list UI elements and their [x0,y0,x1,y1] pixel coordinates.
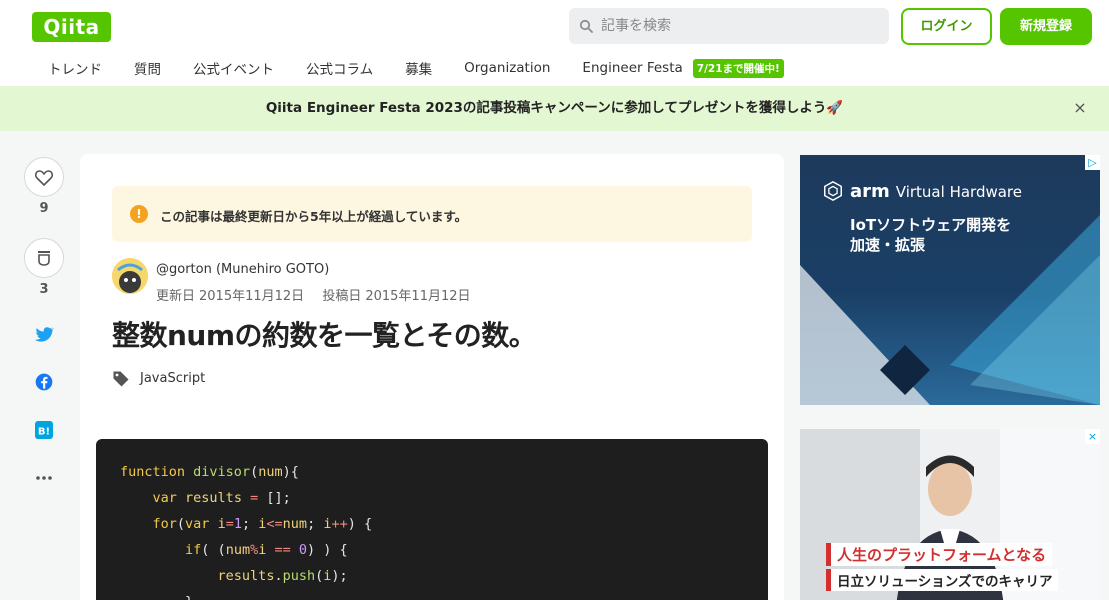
author-name[interactable]: @gorton (Munehiro GOTO) [156,262,329,277]
nav-item-questions[interactable]: 質問 [134,58,161,78]
arm-logo-icon [824,180,842,202]
nav-item-columns[interactable]: 公式コラム [306,58,373,78]
qiita-logo[interactable]: Qiita [32,12,111,42]
ad2-line2: 日立ソリューションズでのキャリア [826,569,1059,591]
stock-count: 3 [39,282,49,297]
code-line: } [120,594,193,600]
like-button[interactable] [24,157,64,197]
avatar[interactable] [112,258,148,294]
nav-item-events[interactable]: 公式イベント [193,58,274,78]
ad1-title: arm Virtual Hardware [850,181,1022,202]
warning-icon: ! [130,205,148,223]
notice-text: この記事は最終更新日から5年以上が経過しています。 [160,209,468,224]
banner-text: Qiita Engineer Festa 2023の記事投稿キャンペーンに参加し… [265,100,844,116]
adchoices-icon[interactable]: ▷ [1085,155,1100,170]
ad1-copy: IoTソフトウェア開発を 加速・拡張 [850,215,1011,255]
campaign-banner[interactable]: Qiita Engineer Festa 2023の記事投稿キャンペーンに参加し… [0,86,1109,131]
updated-value: 2015年11月12日 [199,289,305,304]
stock-icon [38,251,50,266]
nav-item-engineer-festa[interactable]: Engineer Festa [582,60,682,76]
search-box[interactable] [569,8,889,44]
search-input[interactable] [601,8,881,44]
tag-javascript[interactable]: JavaScript [140,371,205,386]
ad-arm-virtual-hardware[interactable]: arm Virtual Hardware IoTソフトウェア開発を 加速・拡張 ▷ [800,155,1100,405]
ad2-line1: 人生のプラットフォームとなる [826,543,1053,566]
code-line: var results = []; [152,490,291,506]
code-line: function divisor(num){ [120,464,299,480]
svg-text:B!: B! [38,427,50,438]
nav-item-recruit[interactable]: 募集 [405,58,432,78]
nav-item-organization[interactable]: Organization [464,60,550,76]
code-line: for(var i=1; i<=num; i++) { [152,516,373,532]
login-button[interactable]: ログイン [901,8,992,45]
posted-date: 投稿日 2015年11月12日 [322,289,470,304]
article-dates: 更新日 2015年11月12日 投稿日 2015年11月12日 [156,285,485,304]
article-title: 整数numの約数を一覧とその数。 [112,319,537,352]
hatena-bookmark-icon[interactable]: B! [34,420,54,440]
more-icon[interactable] [34,468,54,488]
close-icon[interactable]: × [1085,429,1100,444]
nav-item-trend[interactable]: トレンド [48,58,102,78]
code-block: function divisor(num){ var results = [];… [96,439,768,600]
heart-icon [34,170,54,186]
ad-hitachi-solutions[interactable]: 人生のプラットフォームとなる 日立ソリューションズでのキャリア × [800,429,1100,600]
facebook-icon[interactable] [34,372,54,392]
posted-value: 2015年11月12日 [365,289,471,304]
search-icon [579,19,593,33]
stock-button[interactable] [24,238,64,278]
signup-button[interactable]: 新規登録 [1000,8,1092,45]
ad1-brand: arm [850,181,890,202]
like-count: 9 [39,201,49,216]
festa-badge: 7/21まで開催中! [692,58,784,78]
avatar-image [112,258,148,294]
ad1-line1: IoTソフトウェア開発を [850,216,1012,234]
ad1-line2: 加速・拡張 [850,236,926,254]
posted-label: 投稿日 [322,289,362,304]
ad1-product: Virtual Hardware [895,183,1022,201]
close-icon[interactable]: × [1072,100,1088,116]
twitter-icon[interactable] [34,324,54,344]
code-line: results.push(i); [217,568,348,584]
global-nav: トレンド 質問 公式イベント 公式コラム 募集 Organization Eng… [32,56,784,80]
tag-icon [113,371,129,387]
updated-date: 更新日 2015年11月12日 [156,289,304,304]
updated-label: 更新日 [156,289,196,304]
code-line: if( (num%i == 0) ) { [185,542,348,558]
site-header: Qiita ログイン 新規登録 トレンド 質問 公式イベント 公式コラム 募集 … [0,0,1109,86]
